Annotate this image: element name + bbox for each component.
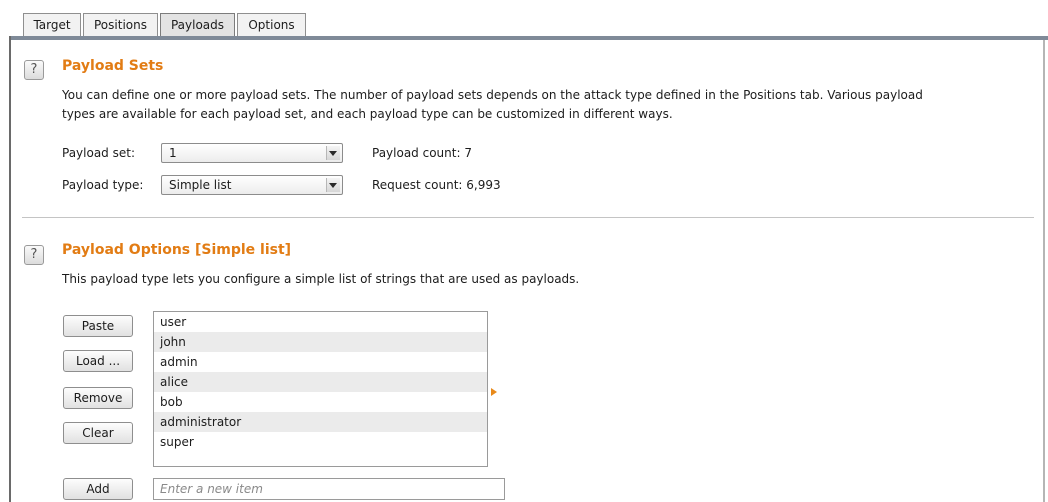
list-item[interactable]: super	[154, 432, 487, 452]
tab-underline	[10, 36, 1048, 40]
add-button[interactable]: Add	[63, 478, 133, 500]
load-button[interactable]: Load ...	[63, 350, 133, 372]
tab-positions[interactable]: Positions	[83, 13, 158, 37]
remove-button[interactable]: Remove	[63, 387, 133, 409]
tab-payloads[interactable]: Payloads	[160, 13, 235, 37]
new-item-input[interactable]	[153, 478, 505, 500]
payload-type-value: Simple list	[169, 178, 232, 192]
chevron-down-icon	[326, 146, 340, 160]
payload-set-label: Payload set:	[62, 146, 135, 160]
panel-left-border	[9, 36, 11, 502]
section-divider	[22, 217, 1034, 218]
payload-sets-heading: Payload Sets	[62, 58, 164, 74]
list-item[interactable]: bob	[154, 392, 487, 412]
vertical-scrollbar[interactable]	[1043, 40, 1045, 502]
payload-set-value: 1	[169, 146, 177, 160]
payload-type-dropdown[interactable]: Simple list	[161, 175, 343, 195]
payload-type-label: Payload type:	[62, 178, 144, 192]
payload-sets-description-line2: types are available for each payload set…	[62, 107, 673, 121]
payload-set-dropdown[interactable]: 1	[161, 143, 343, 163]
payload-options-heading: Payload Options [Simple list]	[62, 242, 292, 258]
payload-options-description: This payload type lets you configure a s…	[62, 272, 580, 286]
payload-list[interactable]: user john admin alice bob administrator …	[153, 311, 488, 467]
paste-button[interactable]: Paste	[63, 315, 133, 337]
payload-sets-description-line1: You can define one or more payload sets.…	[62, 88, 923, 102]
clear-button[interactable]: Clear	[63, 422, 133, 444]
list-item[interactable]: alice	[154, 372, 487, 392]
payload-count: Payload count: 7	[372, 146, 472, 160]
chevron-down-icon	[326, 178, 340, 192]
tab-target[interactable]: Target	[23, 13, 81, 37]
list-item[interactable]: administrator	[154, 412, 487, 432]
question-mark-icon[interactable]: ?	[24, 245, 44, 265]
tab-strip: Target Positions Payloads Options	[0, 0, 1048, 40]
question-mark-icon[interactable]: ?	[24, 60, 44, 80]
list-item[interactable]: admin	[154, 352, 487, 372]
expand-arrow-icon[interactable]	[491, 388, 497, 396]
list-item[interactable]: user	[154, 312, 487, 332]
list-item[interactable]: john	[154, 332, 487, 352]
tab-options[interactable]: Options	[237, 13, 306, 37]
request-count: Request count: 6,993	[372, 178, 501, 192]
